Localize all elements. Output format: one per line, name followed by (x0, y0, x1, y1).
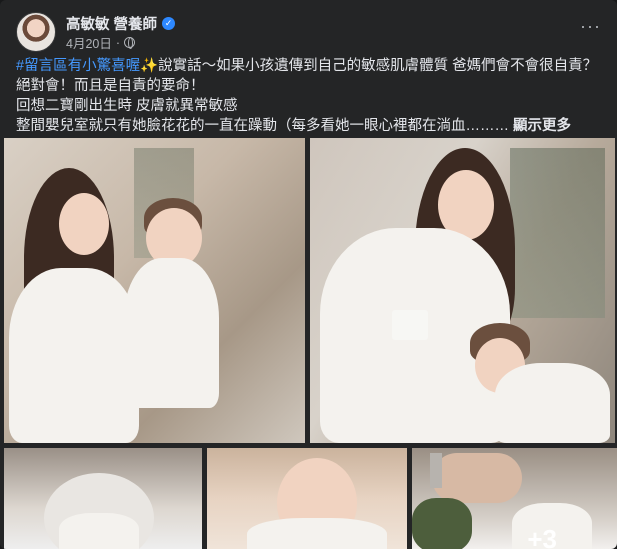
post-line-4: 整間嬰兒室就只有她臉花花的一直在躁動（每多看她一眼心裡都在淌血……… 顯示更多 (16, 116, 606, 136)
post-card: 高敏敏 營養師 ✓ 4月20日 · ··· #留言區有小驚喜喔✨說實話～如果小孩… (0, 0, 617, 549)
more-photos-count[interactable]: +3 (527, 524, 557, 549)
photo-baby-face[interactable] (207, 448, 407, 549)
post-line-1: #留言區有小驚喜喔✨說實話～如果小孩遺傳到自己的敏感肌膚體質 爸媽們會不會很自責… (16, 56, 606, 76)
post-date[interactable]: 4月20日 (66, 33, 112, 52)
sparkle-emoji: ✨ (140, 58, 159, 74)
author-row: 高敏敏 營養師 ✓ (66, 13, 176, 34)
post-header: 高敏敏 營養師 ✓ 4月20日 · ··· (16, 12, 601, 52)
hashtag-link[interactable]: #留言區有小驚喜喔 (16, 58, 140, 74)
avatar[interactable] (16, 12, 56, 52)
author-name[interactable]: 高敏敏 營養師 (66, 13, 157, 34)
meta-separator: · (115, 35, 121, 50)
see-more-link[interactable]: 顯示更多 (513, 118, 571, 134)
photo-bath-towel[interactable] (4, 448, 202, 549)
photo-mother-holding-baby[interactable] (4, 138, 305, 443)
more-options-icon[interactable]: ··· (580, 16, 601, 37)
post-line-1-text: 說實話～如果小孩遺傳到自己的敏感肌膚體質 爸媽們會不會很自責？ (158, 58, 598, 74)
post-text: #留言區有小驚喜喔✨說實話～如果小孩遺傳到自己的敏感肌膚體質 爸媽們會不會很自責… (16, 56, 606, 136)
photo-grid: +3 (0, 138, 617, 549)
verified-badge-icon: ✓ (162, 17, 176, 30)
post-line-2: 絕對會！而且是自責的要命！ (16, 78, 205, 94)
post-meta: 4月20日 · (66, 33, 136, 52)
post-line-4-text: 整間嬰兒室就只有她臉花花的一直在躁動（每多看她一眼心裡都在淌血……… (16, 118, 514, 134)
photo-mother-with-product[interactable] (310, 138, 615, 443)
photo-hand-with-towel[interactable]: +3 (412, 448, 617, 549)
post-line-3: 回想二寶剛出生時 皮膚就異常敏感 (16, 98, 238, 114)
globe-icon[interactable] (124, 37, 136, 49)
